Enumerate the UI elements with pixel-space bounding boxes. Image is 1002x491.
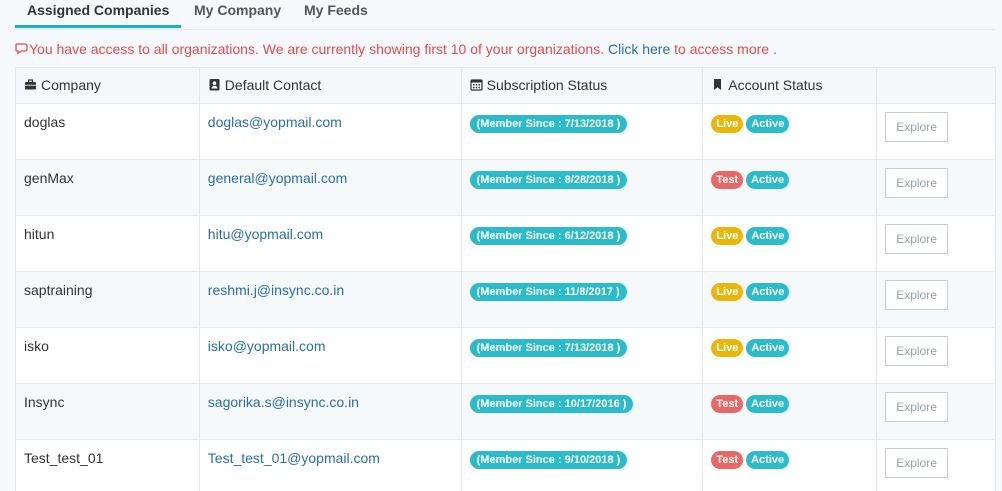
tab-assigned-companies[interactable]: Assigned Companies [27,0,169,28]
member-since-badge: (Member Since : 7/13/2018 ) [469,115,628,133]
contact-email[interactable]: reshmi.j@insync.co.in [208,282,344,298]
explore-button[interactable]: Explore [885,280,949,310]
header-company-label: Company [41,77,101,93]
header-account: Account Status [702,67,878,104]
member-since-badge: (Member Since : 11/8/2017 ) [469,283,627,301]
member-since-badge: (Member Since : 8/28/2018 ) [469,171,628,189]
environment-badge: Live [711,283,744,301]
header-company: Company [15,67,200,104]
company-name: isko [15,327,200,384]
briefcase-icon [24,78,37,91]
environment-badge: Live [711,115,744,133]
explore-button[interactable]: Explore [885,448,949,478]
table-header-row: Company Default Contact Subscription Sta… [15,67,996,104]
active-tab-indicator [15,25,181,28]
company-name: saptraining [15,271,200,328]
member-since-badge: (Member Since : 6/12/2018 ) [469,227,628,245]
access-notice: You have access to all organizations. We… [15,40,777,58]
explore-button[interactable]: Explore [885,224,949,254]
table-row: doglas doglas@yopmail.com (Member Since … [15,103,996,160]
explore-button[interactable]: Explore [885,168,949,198]
status-badge: Active [746,227,790,245]
status-badge: Active [746,339,790,357]
member-since-badge: (Member Since : 10/17/2016 ) [469,395,634,413]
member-since-badge: (Member Since : 9/10/2018 ) [469,451,628,469]
status-badge: Active [746,451,790,469]
bookmark-icon [711,78,724,91]
environment-badge: Live [711,339,744,357]
table-row: saptraining reshmi.j@insync.co.in (Membe… [15,271,996,328]
table-row: Insync sagorika.s@insync.co.in (Member S… [15,383,996,440]
company-name: genMax [15,159,200,216]
environment-badge: Live [711,227,744,245]
table-row: genMax general@yopmail.com (Member Since… [15,159,996,216]
tab-my-feeds[interactable]: My Feeds [304,0,368,28]
company-name: Test_test_01 [15,439,200,491]
contact-email[interactable]: sagorika.s@insync.co.in [208,394,359,410]
header-account-label: Account Status [728,77,823,93]
company-name: hitun [15,215,200,272]
company-name: Insync [15,383,200,440]
access-more-link[interactable]: Click here [608,41,670,57]
companies-table: Company Default Contact Subscription Sta… [15,67,996,491]
comments-icon [15,42,29,56]
status-badge: Active [746,171,790,189]
company-name: doglas [15,103,200,160]
explore-button[interactable]: Explore [885,392,949,422]
environment-badge: Test [711,451,744,469]
environment-badge: Test [711,395,744,413]
table-row: isko isko@yopmail.com (Member Since : 7/… [15,327,996,384]
contact-card-icon [208,78,221,91]
status-badge: Active [746,115,790,133]
table-row: Test_test_01 Test_test_01@yopmail.com (M… [15,439,996,491]
table-row: hitun hitu@yopmail.com (Member Since : 6… [15,215,996,272]
tab-bar: Assigned Companies My Company My Feeds [15,0,995,30]
calendar-icon [470,78,483,91]
contact-email[interactable]: doglas@yopmail.com [208,114,342,130]
explore-button[interactable]: Explore [885,336,949,366]
status-badge: Active [746,283,790,301]
header-subscription: Subscription Status [460,67,704,104]
contact-email[interactable]: general@yopmail.com [208,170,348,186]
notice-text: You have access to all organizations. We… [29,41,605,57]
explore-button[interactable]: Explore [885,112,949,142]
header-subscription-label: Subscription Status [486,77,608,93]
status-badge: Active [746,395,790,413]
notice-suffix: to access more . [674,41,777,57]
tab-my-company[interactable]: My Company [194,0,281,28]
environment-badge: Test [711,171,744,189]
contact-email[interactable]: Test_test_01@yopmail.com [208,450,380,466]
header-contact-label: Default Contact [224,77,322,93]
contact-email[interactable]: isko@yopmail.com [208,338,326,354]
contact-email[interactable]: hitu@yopmail.com [208,226,323,242]
member-since-badge: (Member Since : 7/13/2018 ) [469,339,628,357]
header-contact: Default Contact [198,67,462,104]
header-action [876,67,996,104]
